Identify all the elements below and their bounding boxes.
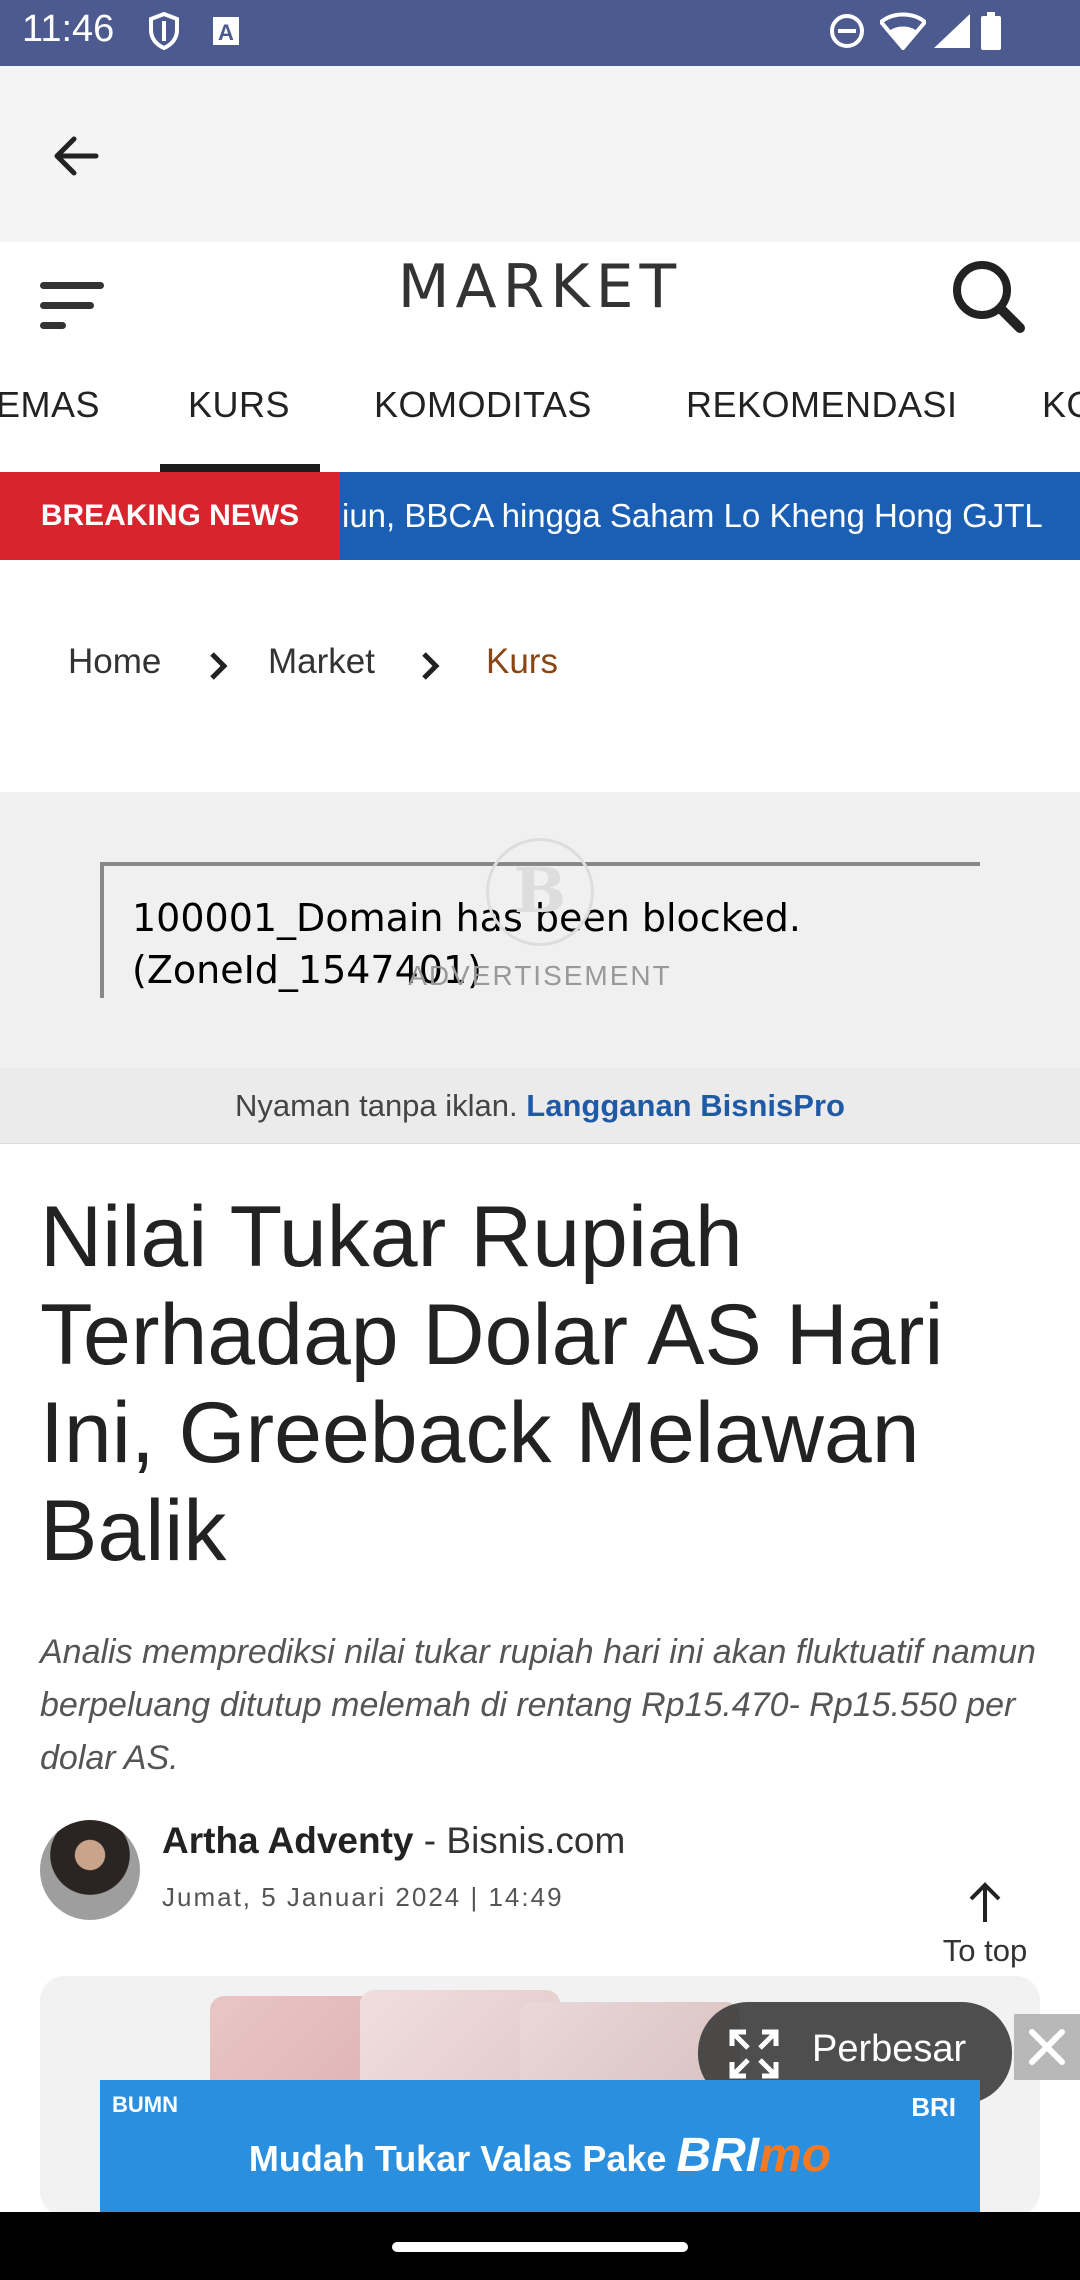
author-byline: Artha Adventy - Bisnis.com Jumat, 5 Janu… [40, 1820, 940, 1920]
breadcrumb-market[interactable]: Market [268, 642, 375, 682]
do-not-disturb-icon [830, 14, 864, 48]
wifi-icon [880, 12, 926, 50]
app-bar [0, 66, 1080, 242]
author-source: - Bisnis.com [423, 1820, 626, 1861]
arrow-up-icon [969, 1882, 1001, 1922]
breaking-news-label: BREAKING NEWS [0, 472, 340, 560]
ad-label: ADVERTISEMENT [408, 960, 672, 991]
tab-kurs[interactable]: KURS [188, 384, 290, 426]
close-ad-button[interactable] [1014, 2014, 1080, 2080]
category-tabs: EMAS KURS KOMODITAS REKOMENDASI KO [0, 350, 1080, 472]
search-button[interactable] [950, 258, 1026, 334]
ad-message-line1: 100001_Domain has been blocked. [132, 896, 801, 940]
to-top-button[interactable]: To top [930, 1880, 1040, 1969]
shield-icon [149, 12, 179, 50]
breaking-news-headline[interactable]: iun, BBCA hingga Saham Lo Kheng Hong GJT… [342, 472, 1043, 560]
active-tab-indicator [160, 464, 320, 472]
article-title: Nilai Tukar Rupiah Terhadap Dolar AS Har… [40, 1189, 944, 1579]
brimo-logo-bri: BRI [676, 2129, 760, 2182]
bri-logo: BRI [911, 2092, 956, 2122]
subscribe-text: Nyaman tanpa iklan. [235, 1088, 518, 1123]
tab-rekomendasi[interactable]: REKOMENDASI [686, 384, 958, 426]
breadcrumb-current[interactable]: Kurs [486, 642, 558, 682]
avatar[interactable] [40, 1820, 140, 1920]
section-title: MARKET [397, 252, 683, 322]
banner-text: Mudah Tukar Valas Pake [248, 2138, 667, 2179]
publish-date: Jumat, 5 Januari 2024 | 14:49 [162, 1882, 564, 1912]
chevron-right-icon [422, 652, 440, 680]
status-time: 11:46 [22, 8, 115, 50]
bumn-logo: BUMN [112, 2092, 178, 2117]
subscribe-bar: Nyaman tanpa iklan. Langganan BisnisPro [0, 1068, 1080, 1144]
system-nav-bar [0, 2212, 1080, 2280]
chevron-right-icon [210, 652, 228, 680]
brimo-logo-mo: mo [759, 2129, 832, 2182]
status-bar: 11:46 A [0, 0, 1080, 66]
expand-icon [729, 2029, 779, 2079]
expand-label: Perbesar [812, 2028, 967, 2070]
bottom-ad-banner[interactable]: BUMN BRI Mudah Tukar Valas Pake BRImo [100, 2080, 980, 2212]
close-icon [1029, 2029, 1065, 2065]
advertisement-area: 100001_Domain has been blocked. (ZoneId_… [0, 792, 1080, 1068]
brimo-logo: BRImo [676, 2129, 831, 2182]
battery-icon [981, 12, 1001, 50]
subscribe-link[interactable]: Langganan BisnisPro [526, 1088, 845, 1123]
site-header: MARKET [0, 242, 1080, 350]
search-icon [953, 261, 1025, 333]
tab-emas[interactable]: EMAS [0, 384, 100, 426]
breadcrumb-home[interactable]: Home [68, 642, 161, 682]
hamburger-line [40, 322, 66, 329]
tab-komoditas[interactable]: KOMODITAS [374, 384, 592, 426]
svg-text:A: A [218, 20, 234, 45]
author-name[interactable]: Artha Adventy [162, 1820, 414, 1861]
home-gesture-handle[interactable] [392, 2242, 688, 2252]
signal-icon [934, 14, 970, 48]
arrow-left-icon [54, 136, 99, 176]
to-top-label: To top [942, 1933, 1028, 1968]
bisnis-logo-watermark: B [486, 838, 594, 946]
back-button[interactable] [46, 126, 106, 186]
article-lead: Analis memprediksi nilai tukar rupiah ha… [40, 1633, 1036, 1777]
author-line: Artha Adventy - Bisnis.com [162, 1820, 625, 1862]
banner-headline: Mudah Tukar Valas Pake BRImo [100, 2128, 980, 2183]
font-a-icon: A [213, 17, 239, 45]
tab-ko[interactable]: KO [1042, 384, 1080, 426]
breaking-news-bar[interactable]: BREAKING NEWS iun, BBCA hingga Saham Lo … [0, 472, 1080, 560]
